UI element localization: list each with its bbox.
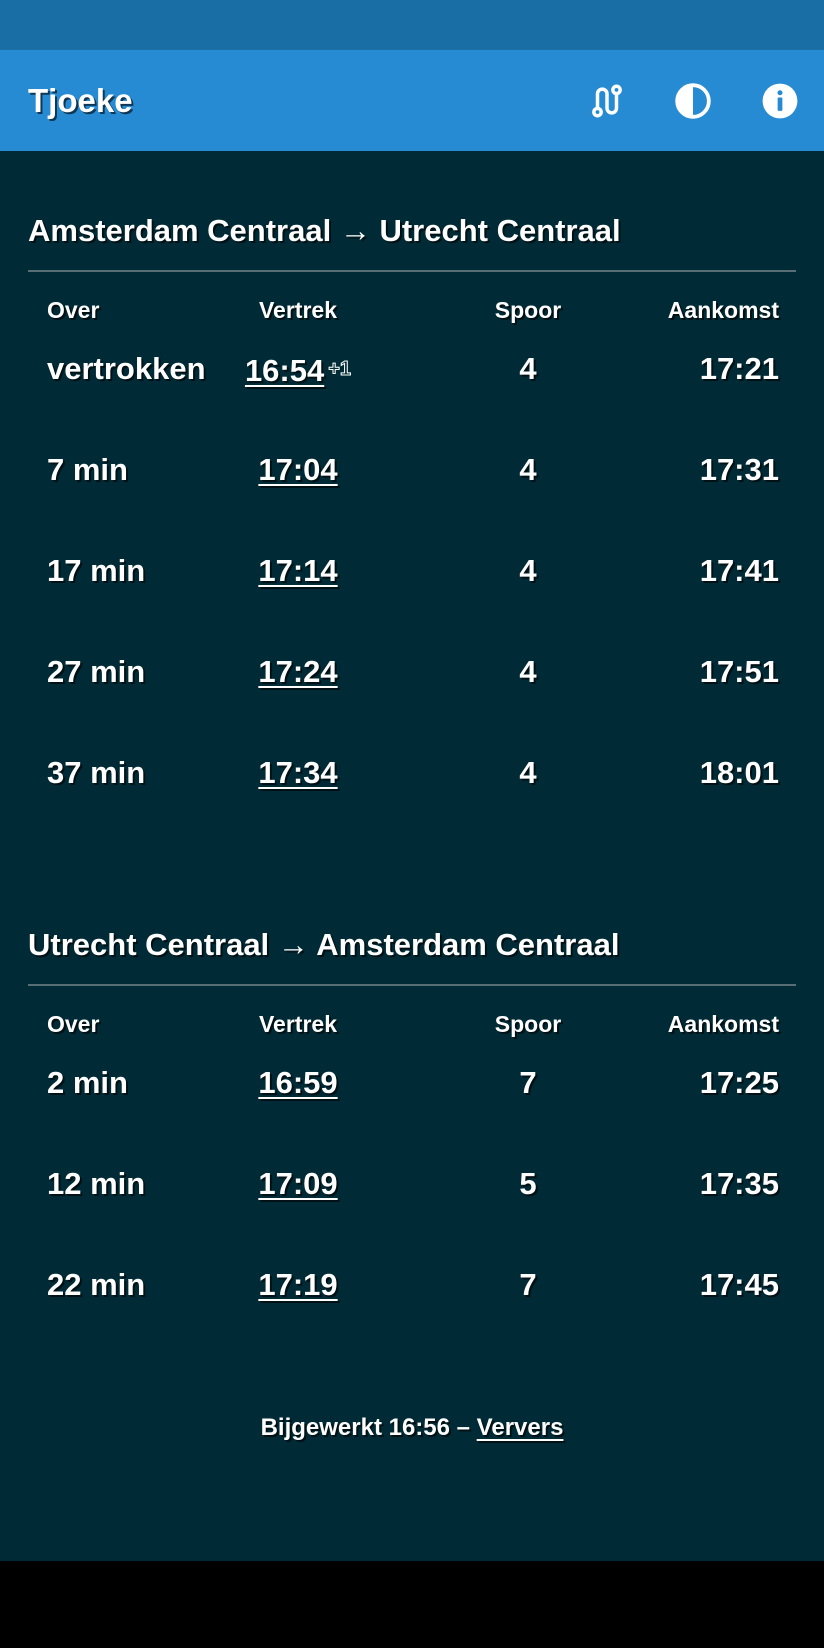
updated-text: Bijgewerkt 16:56 – [260, 1414, 477, 1441]
row-spoor: 4 [519, 351, 537, 386]
row-aankomst: 17:21 [699, 351, 779, 386]
row-vertrek: 17:09 [198, 1165, 398, 1203]
departure-time-link[interactable]: 17:24 [258, 654, 337, 689]
info-icon[interactable] [760, 81, 800, 121]
row-aankomst: 17:35 [699, 1166, 779, 1201]
section-title: Utrecht Centraal → Amsterdam Centraal [28, 927, 620, 962]
row-vertrek: 16:59 [198, 1064, 398, 1102]
route-section-utr-ams: Utrecht Centraal → Amsterdam Centraal Ov… [28, 920, 796, 1349]
row-spoor: 7 [519, 1065, 537, 1100]
header-over: Over [47, 297, 100, 323]
row-over: 22 min [47, 1267, 146, 1302]
departure-time-link[interactable]: 17:34 [258, 755, 337, 790]
table-header: Over Vertrek Spoor Aankomst [28, 986, 796, 1046]
row-vertrek: 17:14 [198, 552, 398, 590]
table-row: vertrokken 16:54 +1 4 17:21 [28, 332, 796, 433]
table-row: 12 min 17:09 5 17:35 [28, 1147, 796, 1248]
header-spoor: Spoor [494, 1011, 562, 1037]
header-vertrek: Vertrek [258, 1011, 337, 1037]
row-over: 17 min [47, 553, 146, 588]
row-spoor: 5 [519, 1166, 537, 1201]
navigation-bar [0, 1561, 824, 1648]
app-bar: Tjoeke [0, 50, 824, 151]
contrast-icon[interactable] [673, 81, 713, 121]
refresh-link[interactable]: Ververs [477, 1414, 564, 1441]
departure-time-link[interactable]: 16:59 [258, 1065, 337, 1100]
table-row: 7 min 17:04 4 17:31 [28, 433, 796, 534]
delay-badge: +1 [328, 358, 352, 381]
departure-time-link[interactable]: 17:09 [258, 1166, 337, 1201]
row-over: 12 min [47, 1166, 146, 1201]
row-spoor: 7 [519, 1267, 537, 1302]
row-aankomst: 17:25 [699, 1065, 779, 1100]
row-aankomst: 17:31 [699, 452, 779, 487]
row-over: 27 min [47, 654, 146, 689]
header-spoor: Spoor [494, 297, 562, 323]
row-vertrek: 16:54 +1 [198, 350, 398, 390]
route-icon[interactable] [587, 81, 627, 121]
row-vertrek: 17:24 [198, 653, 398, 691]
app-title: Tjoeke [28, 81, 133, 119]
row-aankomst: 18:01 [699, 755, 779, 790]
header-vertrek: Vertrek [258, 297, 337, 323]
row-spoor: 4 [519, 654, 537, 689]
row-vertrek: 17:04 [198, 451, 398, 489]
departure-time-link[interactable]: 16:54 [245, 353, 324, 388]
header-over: Over [47, 1011, 100, 1037]
header-aankomst: Aankomst [667, 1011, 779, 1037]
header-aankomst: Aankomst [667, 297, 779, 323]
table-header: Over Vertrek Spoor Aankomst [28, 272, 796, 332]
route-section-ams-utr: Amsterdam Centraal → Utrecht Centraal Ov… [28, 206, 796, 837]
departure-time-link[interactable]: 17:19 [258, 1267, 337, 1302]
status-bar [0, 0, 824, 50]
row-aankomst: 17:41 [699, 553, 779, 588]
row-vertrek: 17:19 [198, 1266, 398, 1304]
row-over: vertrokken [47, 351, 206, 386]
table-row: 27 min 17:24 4 17:51 [28, 635, 796, 736]
row-aankomst: 17:45 [699, 1267, 779, 1302]
row-spoor: 4 [519, 553, 537, 588]
row-vertrek: 17:34 [198, 754, 398, 792]
departure-time-link[interactable]: 17:14 [258, 553, 337, 588]
row-over: 37 min [47, 755, 146, 790]
table-row: 37 min 17:34 4 18:01 [28, 736, 796, 837]
row-over: 7 min [47, 452, 128, 487]
row-spoor: 4 [519, 755, 537, 790]
section-title: Amsterdam Centraal → Utrecht Centraal [28, 213, 621, 248]
table-row: 22 min 17:19 7 17:45 [28, 1248, 796, 1349]
content: Amsterdam Centraal → Utrecht Centraal Ov… [0, 151, 824, 1561]
row-aankomst: 17:51 [699, 654, 779, 689]
table-row: 17 min 17:14 4 17:41 [28, 534, 796, 635]
row-over: 2 min [47, 1065, 128, 1100]
departure-time-link[interactable]: 17:04 [258, 452, 337, 487]
row-spoor: 4 [519, 452, 537, 487]
footer: Bijgewerkt 16:56 – Ververs [0, 1412, 824, 1444]
table-row: 2 min 16:59 7 17:25 [28, 1046, 796, 1147]
